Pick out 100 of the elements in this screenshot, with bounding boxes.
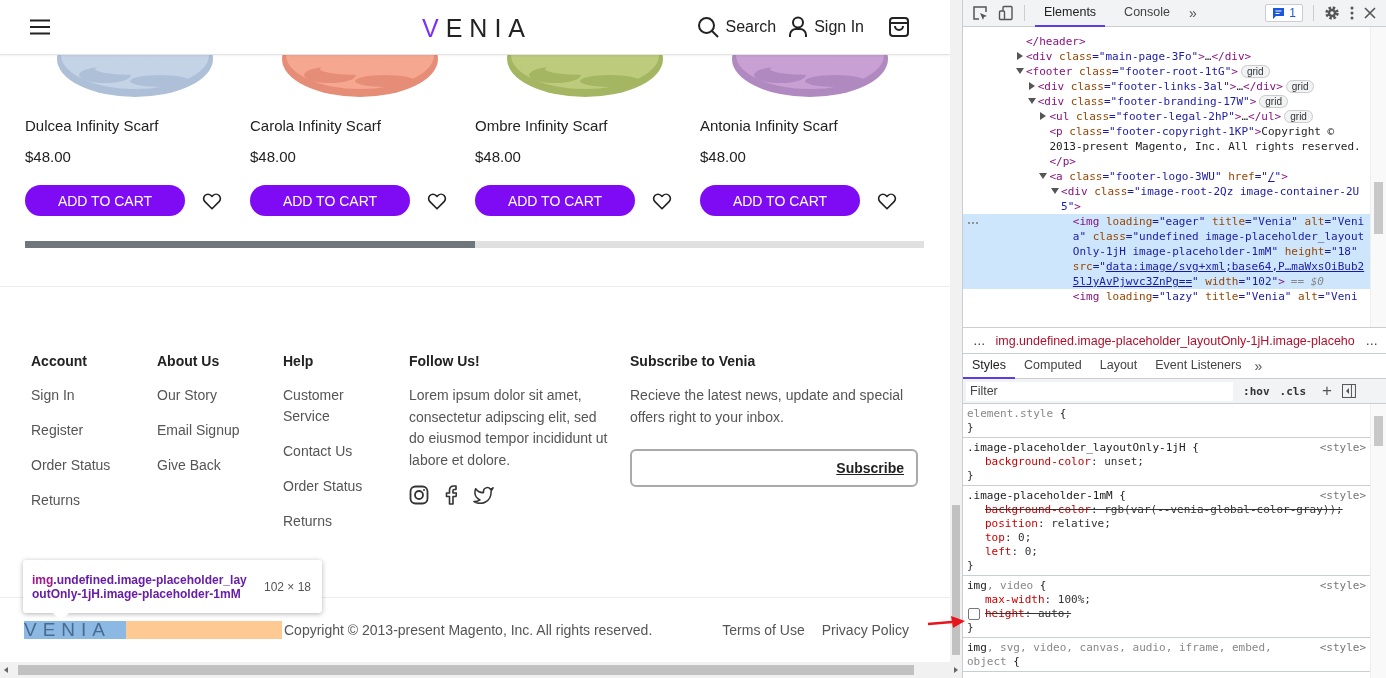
breadcrumb-item[interactable]: img.undefined.image-placeholder_layoutOnly-1jH.image-placeho (995, 333, 1356, 348)
horizontal-scrollbar[interactable] (0, 662, 962, 678)
grid-badge[interactable]: grid (1284, 110, 1313, 123)
footer-link[interactable]: Give Back (157, 455, 221, 476)
instagram-icon[interactable] (409, 485, 429, 505)
scroll-left-icon[interactable] (2, 666, 10, 674)
footer-link[interactable]: Register (31, 420, 84, 441)
expand-triangle-icon[interactable] (1039, 112, 1048, 120)
email-field[interactable]: Subscribe (630, 449, 918, 487)
search-link[interactable]: Search (725, 18, 777, 36)
add-to-cart-button[interactable]: ADD TO CART (475, 185, 635, 216)
issues-button[interactable]: 1 (1265, 4, 1303, 22)
vertical-scrollbar[interactable] (950, 0, 962, 662)
dom-node-code: <img loading="lazy" title="Venia" alt="Veni (1072, 290, 1358, 303)
product-name[interactable]: Carola Infinity Scarf (250, 116, 475, 136)
add-to-cart-button[interactable]: ADD TO CART (25, 185, 185, 216)
device-toolbar-icon[interactable] (998, 5, 1014, 21)
heart-icon[interactable] (202, 191, 222, 210)
footer-link[interactable]: Contact Us (283, 441, 379, 462)
cls-button[interactable]: .cls (1279, 384, 1307, 398)
site-logo[interactable]: V ENIA (422, 14, 533, 43)
styles-pane-tab[interactable]: Event Listeners (1146, 353, 1251, 379)
twitter-icon[interactable] (473, 486, 494, 504)
dom-node-row[interactable]: <div class="image-root-2Qz image-container-2U5"> (963, 184, 1370, 214)
style-source-link[interactable]: <style> (1319, 489, 1366, 503)
facebook-icon[interactable] (445, 485, 457, 505)
dom-node-row[interactable]: <a class="footer-logo-3WU" href="/"> (963, 169, 1370, 184)
settings-icon[interactable] (1324, 5, 1340, 21)
menu-icon[interactable] (29, 19, 51, 35)
css-property[interactable]: left: 0; (985, 545, 1038, 558)
expand-triangle-icon[interactable] (1016, 67, 1024, 75)
inspect-icon[interactable] (972, 5, 988, 21)
dom-node-row[interactable]: <div class="footer-links-3al">…</div> grid (963, 79, 1370, 94)
dom-node-row[interactable]: <img loading="lazy" title="Venia" alt="Veni (963, 289, 1370, 304)
css-property[interactable]: background-color: unset; (985, 455, 1144, 468)
dom-node-row[interactable]: <div class="main-page-3Fo">…</div> (963, 49, 1370, 64)
product-name[interactable]: Dulcea Infinity Scarf (25, 116, 250, 136)
sidebar-toggle-icon[interactable] (1342, 384, 1356, 398)
carousel-scrollbar[interactable] (25, 241, 924, 248)
footer-link[interactable]: Email Signup (157, 420, 240, 441)
grid-badge[interactable]: grid (1285, 80, 1315, 93)
dom-node-code: </header> (1026, 35, 1086, 48)
style-source-link[interactable]: <style> (1319, 641, 1366, 669)
dom-node-row[interactable]: </header> (963, 34, 1370, 49)
footer-link[interactable]: Order Status (31, 455, 111, 476)
footer-link[interactable]: Sign In (31, 385, 75, 406)
dom-node-code: <ul class="footer-legal-2hP">…</ul> (1049, 110, 1282, 123)
scroll-right-icon[interactable] (952, 666, 960, 674)
dom-node-row[interactable]: <footer class="footer-root-1tG"> grid (963, 64, 1370, 79)
styles-scrollbar[interactable] (1370, 404, 1386, 678)
style-source-link[interactable]: <style> (1319, 441, 1366, 455)
css-property[interactable]: top: 0; (985, 531, 1032, 544)
legal-link[interactable]: Privacy Policy (821, 622, 909, 638)
heart-icon[interactable] (652, 191, 672, 210)
shopping-bag-icon[interactable] (888, 16, 910, 38)
css-property[interactable]: background-color: rgb(var(--venia-global-color-gray)); (985, 503, 1343, 516)
footer-link[interactable]: Customer Service (283, 385, 379, 427)
styles-pane-tab[interactable]: Computed (1015, 353, 1091, 379)
subscribe-button[interactable]: Subscribe (836, 460, 904, 476)
devtools-tab[interactable]: Console (1115, 0, 1179, 27)
dom-node-row[interactable]: <p class="footer-copyright-1KP">Copyright © 2013-present Magento, Inc. All rights reserved. </p> (963, 124, 1370, 169)
footer-link[interactable]: Our Story (157, 385, 217, 406)
expand-triangle-icon[interactable] (1039, 172, 1048, 180)
breadcrumb-ellipsis[interactable]: … (1365, 333, 1378, 348)
product-name[interactable]: Antonia Infinity Scarf (700, 116, 925, 136)
dom-node-row[interactable]: <ul class="footer-legal-2hP">…</ul> grid (963, 109, 1370, 124)
heart-icon[interactable] (877, 191, 897, 210)
expand-triangle-icon[interactable] (1016, 52, 1024, 60)
product-name[interactable]: Ombre Infinity Scarf (475, 116, 700, 136)
kebab-menu-icon[interactable] (1350, 6, 1354, 20)
expand-triangle-icon[interactable] (1027, 82, 1036, 90)
dom-node-row[interactable] (963, 214, 1370, 289)
footer-link[interactable]: Returns (31, 490, 81, 511)
sign-in-link[interactable]: Sign In (814, 18, 864, 36)
new-rule-button[interactable]: + (1322, 381, 1333, 401)
user-icon[interactable] (788, 16, 809, 38)
grid-badge[interactable]: grid (1240, 65, 1270, 78)
more-tabs-button[interactable]: » (1254, 358, 1263, 374)
expand-triangle-icon[interactable] (1027, 97, 1036, 105)
dom-node-row[interactable]: <div class="footer-branding-17W"> grid (963, 94, 1370, 109)
filter-field[interactable]: Filter (966, 381, 1234, 401)
search-icon[interactable] (697, 16, 720, 38)
add-to-cart-button[interactable]: ADD TO CART (700, 185, 860, 216)
footer-link[interactable]: Order Status (283, 476, 379, 497)
add-to-cart-button[interactable]: ADD TO CART (250, 185, 410, 216)
tree-scrollbar[interactable] (1370, 27, 1386, 327)
close-icon[interactable] (1364, 7, 1376, 19)
expand-triangle-icon[interactable] (1051, 187, 1060, 195)
hov-button[interactable]: :hov (1243, 384, 1270, 398)
more-tabs-button[interactable]: » (1189, 5, 1197, 21)
grid-badge[interactable]: grid (1259, 95, 1288, 108)
devtools-tab[interactable]: Elements (1035, 0, 1106, 27)
styles-pane-tab[interactable]: Layout (1090, 353, 1147, 379)
footer-link[interactable]: Returns (283, 511, 379, 532)
css-property[interactable]: max-width: 100%; (985, 593, 1091, 606)
breadcrumb-ellipsis[interactable]: … (973, 333, 986, 348)
legal-link[interactable]: Terms of Use (722, 622, 805, 638)
heart-icon[interactable] (427, 191, 447, 210)
css-property[interactable]: position: relative; (985, 517, 1111, 530)
style-source-link[interactable]: <style> (1319, 579, 1366, 593)
